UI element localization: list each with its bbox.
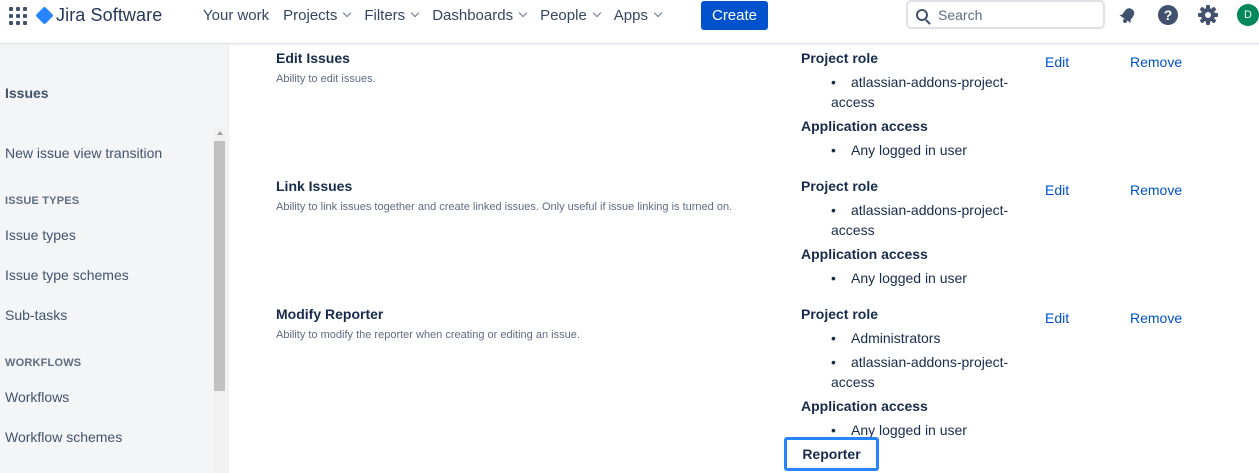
- sidebar-section-issue-types: ISSUE TYPES: [5, 195, 80, 207]
- nav-your-work[interactable]: Your work: [196, 0, 276, 30]
- permission-description: Ability to edit issues.: [276, 73, 376, 85]
- reporter-grant-highlight[interactable]: Reporter: [784, 437, 879, 471]
- sidebar-item-issue-types[interactable]: Issue types: [5, 227, 76, 243]
- nav-label: Apps: [613, 6, 648, 24]
- sidebar-section-workflows: WORKFLOWS: [5, 357, 82, 369]
- nav-filters[interactable]: Filters: [357, 0, 425, 30]
- app-switcher-icon[interactable]: [9, 7, 27, 25]
- jira-logo[interactable]: Jira Software: [35, 4, 163, 26]
- application-access-value: Any logged in user: [851, 142, 967, 158]
- scrollbar-thumb[interactable]: [214, 141, 225, 391]
- permission-title: Modify Reporter: [276, 306, 384, 322]
- svg-text:?: ?: [1164, 7, 1173, 23]
- sidebar-heading: Issues: [5, 85, 49, 101]
- sidebar: Issues New issue view transition ISSUE T…: [0, 45, 229, 473]
- help-icon[interactable]: ?: [1157, 4, 1179, 26]
- nav-label: Projects: [283, 6, 338, 24]
- chevron-down-icon: [592, 8, 602, 18]
- nav-apps[interactable]: Apps: [607, 0, 668, 30]
- settings-icon[interactable]: [1197, 4, 1219, 26]
- project-role-value: atlassian-addons-project-access: [831, 354, 1009, 390]
- project-role-value: Administrators: [851, 330, 941, 346]
- sidebar-item-sub-tasks[interactable]: Sub-tasks: [5, 307, 67, 323]
- project-role-value: atlassian-addons-project-access: [831, 202, 1009, 238]
- nav-label: Your work: [203, 6, 270, 24]
- edit-link[interactable]: Edit: [1045, 182, 1069, 198]
- chevron-down-icon: [518, 8, 528, 18]
- avatar[interactable]: D: [1237, 4, 1259, 26]
- permission-description: Ability to link issues together and crea…: [276, 201, 733, 213]
- permission-title: Link Issues: [276, 178, 353, 194]
- search-box[interactable]: [906, 0, 1105, 29]
- sidebar-item-new-issue-view-transition[interactable]: New issue view transition: [5, 145, 162, 161]
- nav-people[interactable]: People: [533, 0, 607, 30]
- nav-dashboards[interactable]: Dashboards: [425, 0, 533, 30]
- bullet: •: [831, 142, 836, 158]
- remove-link[interactable]: Remove: [1130, 310, 1182, 326]
- bullet: •: [831, 330, 836, 346]
- permission-title: Edit Issues: [276, 50, 350, 66]
- scroll-up-arrow-icon[interactable]: [217, 131, 223, 135]
- bullet: •: [831, 422, 836, 438]
- nav-label: Filters: [364, 6, 406, 24]
- sidebar-item-workflows[interactable]: Workflows: [5, 389, 69, 405]
- chevron-down-icon: [343, 8, 352, 18]
- primary-nav: Your work Projects Filters Dashboards Pe…: [196, 0, 668, 30]
- permission-description: Ability to modify the reporter when crea…: [276, 329, 580, 341]
- chevron-down-icon: [653, 8, 663, 18]
- sidebar-item-workflow-schemes[interactable]: Workflow schemes: [5, 429, 122, 445]
- reporter-grant-label: Reporter: [791, 443, 872, 465]
- chevron-down-icon: [410, 8, 420, 18]
- project-role-label: Project role: [801, 178, 879, 194]
- application-access-value: Any logged in user: [851, 270, 967, 286]
- search-input[interactable]: [938, 6, 1088, 23]
- project-role-label: Project role: [801, 50, 879, 66]
- application-access-label: Application access: [801, 118, 928, 134]
- nav-label: Dashboards: [432, 6, 514, 24]
- project-role-value: atlassian-addons-project-access: [831, 74, 1009, 110]
- edit-link[interactable]: Edit: [1045, 310, 1069, 326]
- nav-projects[interactable]: Projects: [276, 0, 357, 30]
- nav-label: People: [540, 6, 587, 24]
- search-icon: [916, 8, 928, 21]
- application-access-label: Application access: [801, 246, 928, 262]
- remove-link[interactable]: Remove: [1130, 182, 1182, 198]
- jira-diamond-icon: [35, 5, 54, 25]
- product-name: Jira Software: [56, 4, 163, 25]
- top-navigation-bar: Jira Software Your work Projects Filters…: [0, 0, 1259, 44]
- sidebar-item-issue-type-schemes[interactable]: Issue type schemes: [5, 267, 129, 283]
- remove-link[interactable]: Remove: [1130, 54, 1182, 70]
- edit-link[interactable]: Edit: [1045, 54, 1069, 70]
- application-access-label: Application access: [801, 398, 928, 414]
- project-role-label: Project role: [801, 306, 879, 322]
- bullet: •: [831, 270, 836, 286]
- notifications-icon[interactable]: [1117, 4, 1139, 26]
- sidebar-scrollbar[interactable]: [213, 127, 227, 473]
- create-button[interactable]: Create: [701, 1, 768, 30]
